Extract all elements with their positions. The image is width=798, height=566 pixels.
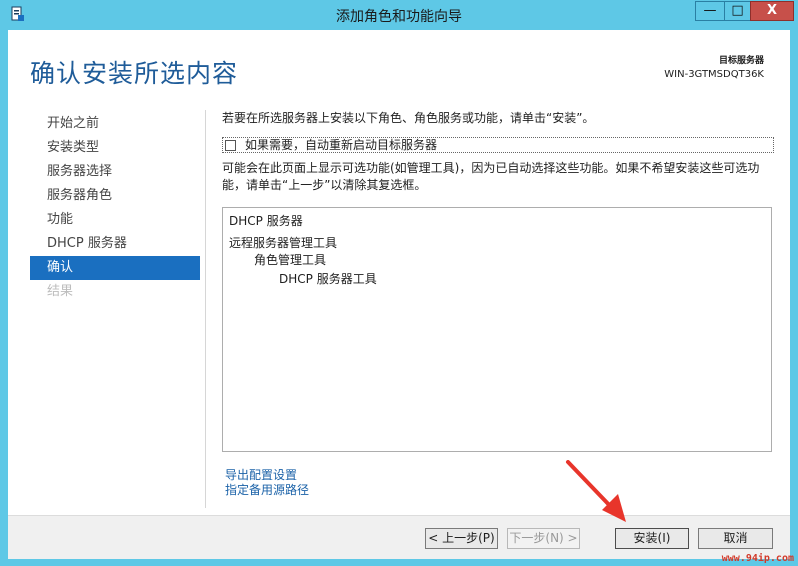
selection-item: DHCP 服务器: [229, 214, 303, 228]
note-line-2: 能，请单击“上一步”以清除其复选框。: [222, 178, 427, 192]
wizard-footer: < 上一步(P) 下一步(N) > 安装(I) 取消: [8, 515, 790, 559]
maximize-button[interactable]: □: [724, 1, 751, 21]
nav-step-2[interactable]: 安装类型: [30, 136, 200, 160]
nav-step-5[interactable]: 功能: [30, 208, 200, 232]
restart-checkbox[interactable]: [225, 140, 236, 151]
watermark: www.94ip.com: [721, 553, 794, 564]
wizard-content: 确认安装所选内容 目标服务器 WIN-3GTMSDQT36K 开始之前 安装类型服…: [8, 30, 790, 559]
nav-step-3[interactable]: 服务器选择: [30, 160, 200, 184]
nav-step-7[interactable]: 确认: [30, 256, 200, 280]
selection-item: 角色管理工具: [254, 253, 327, 267]
nav-step-4[interactable]: 服务器角色: [30, 184, 200, 208]
wizard-steps-nav: 开始之前 安装类型 服务器选择 服务器角色 功能 DHCP 服务器 确认结果: [30, 112, 200, 304]
target-server-name: WIN-3GTMSDQT36K: [664, 69, 764, 80]
selection-item: 远程服务器管理工具: [229, 236, 338, 250]
previous-button[interactable]: < 上一步(P): [425, 528, 498, 549]
restart-checkbox-label[interactable]: 如果需要，自动重新启动目标服务器: [245, 138, 437, 153]
intro-text: 若要在所选服务器上安装以下角色、角色服务或功能，请单击“安装”。: [222, 111, 595, 125]
nav-step-6[interactable]: DHCP 服务器: [30, 232, 200, 256]
selection-item: DHCP 服务器工具: [279, 272, 377, 286]
nav-step-8: 结果: [47, 284, 74, 299]
install-button[interactable]: 安装(I): [615, 528, 689, 549]
target-server-label: 目标服务器: [718, 56, 764, 66]
page-title: 确认安装所选内容: [30, 59, 239, 88]
note-line-1: 可能会在此页面上显示可选功能(如管理工具)，因为已自动选择这些功能。如果不希望安…: [222, 161, 760, 175]
close-button[interactable]: X: [750, 1, 794, 21]
next-button[interactable]: 下一步(N) >: [507, 528, 580, 549]
selection-list[interactable]: DHCP 服务器远程服务器管理工具角色管理工具 DHCP 服务器工具: [222, 207, 772, 452]
alternate-source-link[interactable]: 指定备用源路径: [225, 481, 309, 498]
nav-divider: [205, 110, 206, 508]
title-bar: 添加角色和功能向导 — □ X: [0, 0, 798, 30]
minimize-button[interactable]: —: [695, 1, 725, 21]
optional-features-note: 可能会在此页面上显示可选功能(如管理工具)，因为已自动选择这些功能。如果不希望安…: [222, 160, 772, 194]
target-server-info: 目标服务器 WIN-3GTMSDQT36K: [664, 54, 764, 82]
cancel-button[interactable]: 取消: [698, 528, 773, 549]
nav-step-1[interactable]: 开始之前: [30, 112, 200, 136]
window-title: 添加角色和功能向导: [336, 9, 462, 25]
restart-option[interactable]: 如果需要，自动重新启动目标服务器: [222, 137, 774, 153]
